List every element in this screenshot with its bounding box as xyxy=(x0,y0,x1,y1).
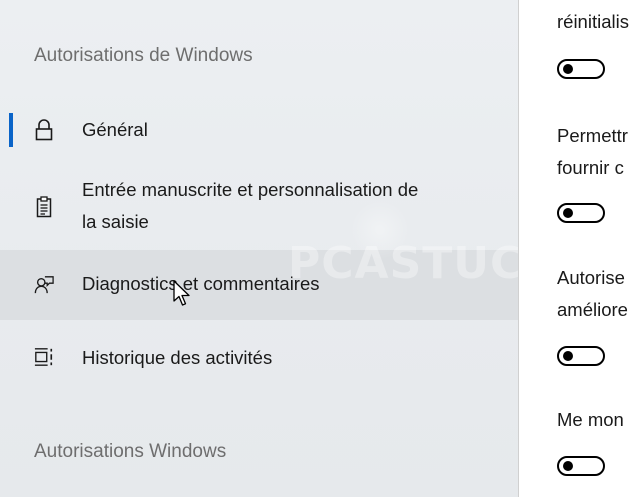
toggle-switch-1[interactable] xyxy=(557,59,605,79)
nav-item-diagnostics-label: Diagnostics et commentaires xyxy=(82,273,320,294)
nav-item-inking-label-line2: la saisie xyxy=(82,211,149,232)
setting-text-authorize-line1: Autorise xyxy=(557,267,625,288)
navigation-pane: Autorisations de Windows Général Entrée … xyxy=(0,0,518,497)
toggle-switch-3[interactable] xyxy=(557,346,605,366)
toggle-knob xyxy=(563,351,573,361)
nav-item-activity-label: Historique des activités xyxy=(82,347,273,368)
toggle-knob xyxy=(563,64,573,74)
toggle-knob xyxy=(563,461,573,471)
setting-text-show-me: Me mon xyxy=(557,409,624,430)
nav-item-general-label: Général xyxy=(82,119,148,140)
setting-text-authorize-line2: améliore xyxy=(557,299,628,320)
clipboard-icon xyxy=(34,196,54,218)
setting-text-allow-line2: fournir c xyxy=(557,157,624,178)
timeline-icon xyxy=(34,346,54,368)
settings-window: Autorisations de Windows Général Entrée … xyxy=(0,0,640,497)
nav-item-activity-history[interactable]: Historique des activités xyxy=(0,340,518,376)
setting-text-reset: réinitialis xyxy=(557,11,629,32)
toggle-switch-4[interactable] xyxy=(557,456,605,476)
nav-section-header: Autorisations de Windows xyxy=(34,45,253,66)
lock-icon xyxy=(34,119,54,141)
feedback-icon xyxy=(34,274,54,296)
nav-item-inking-typing[interactable]: Entrée manuscrite et personnalisation de… xyxy=(0,172,518,240)
nav-item-inking-label-line1: Entrée manuscrite et personnalisation de xyxy=(82,179,419,200)
setting-text-allow-line1: Permettr xyxy=(557,125,628,146)
nav-item-diagnostics-feedback[interactable]: Diagnostics et commentaires xyxy=(0,250,518,320)
selected-indicator xyxy=(9,113,13,147)
toggle-switch-2[interactable] xyxy=(557,203,605,223)
toggle-knob xyxy=(563,208,573,218)
content-pane: réinitialis Permettr fournir c Autorise … xyxy=(518,0,640,497)
nav-section-header-bottom: Autorisations Windows xyxy=(34,441,227,462)
nav-item-general[interactable]: Général xyxy=(0,112,518,148)
